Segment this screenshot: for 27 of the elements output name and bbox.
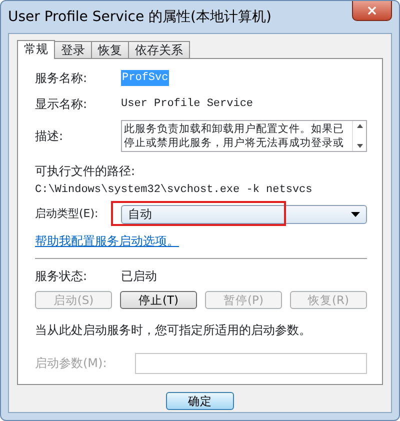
field-label: 服务状态:: [35, 268, 88, 284]
help-link[interactable]: 帮助我配置服务启动选项。: [35, 232, 179, 250]
scroll-down-icon[interactable]: [356, 144, 362, 148]
status-value: 已启动: [121, 268, 157, 284]
field-label: 可执行文件的路径:: [35, 163, 136, 180]
service-button[interactable]: 停止(T): [120, 290, 197, 308]
tab[interactable]: 恢复: [91, 41, 129, 58]
field-label: 描述:: [35, 128, 64, 145]
tab[interactable]: 常规: [17, 40, 55, 59]
scroll-up-icon[interactable]: [356, 124, 362, 128]
tab[interactable]: 登录: [54, 41, 92, 58]
path-value: C:\Windows\system32\svchost.exe -k netsvcs: [35, 183, 312, 198]
description-line: 停止或禁用此服务，用户将无法再成功登录或: [124, 136, 345, 150]
ok-button[interactable]: 确定: [166, 392, 234, 410]
field-label: 启动类型(E):: [35, 206, 100, 222]
caret-icon: [351, 212, 360, 216]
description-line: 此服务负责加载和卸载用户配置文件。如果已: [124, 122, 345, 136]
field-label: 启动参数(M):: [35, 355, 108, 372]
description-box[interactable]: 此服务负责加载和卸载用户配置文件。如果已 停止或禁用此服务，用户将无法再成功登录或: [121, 120, 367, 152]
field-label: 显示名称:: [35, 96, 88, 113]
startup-type-dropdown[interactable]: 自动: [121, 204, 367, 224]
field-label: 服务名称:: [35, 70, 88, 87]
dropdown-value: 自动: [128, 206, 152, 223]
window-title: User Profile Service 的属性(本地计算机): [8, 8, 272, 27]
note-text: 当从此处启动服务时，您可指定所适用的启动参数。: [35, 322, 311, 338]
field-value: User Profile Service: [121, 96, 254, 112]
tab[interactable]: 依存关系: [128, 41, 190, 58]
